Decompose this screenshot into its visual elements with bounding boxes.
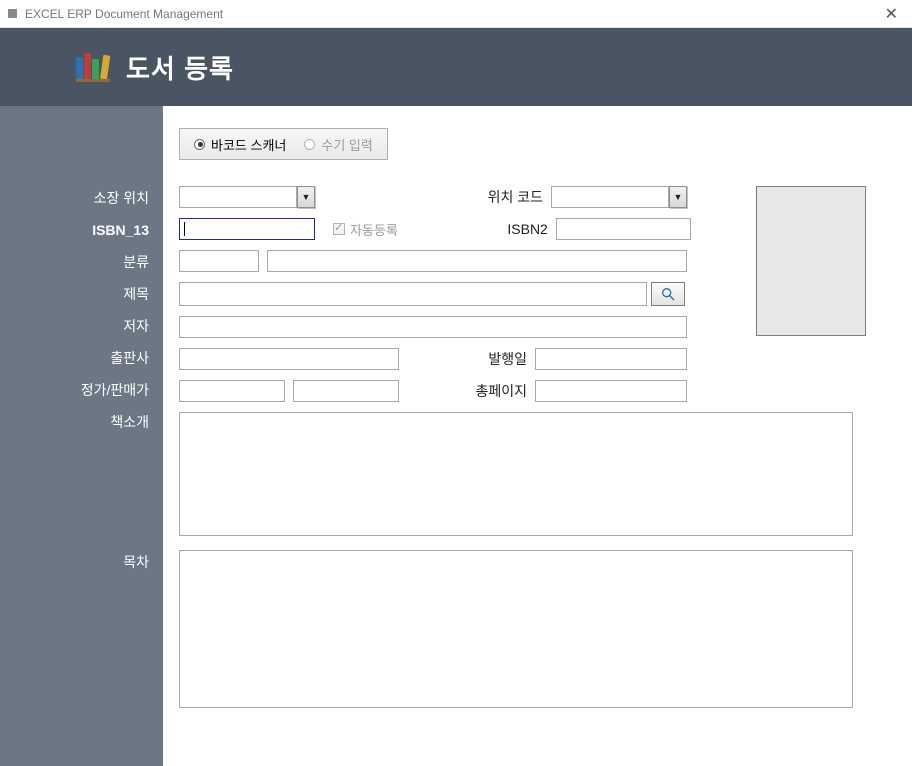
label-pages: 총페이지 <box>399 381 535 401</box>
publisher-input[interactable] <box>179 348 399 370</box>
books-icon <box>76 52 110 82</box>
radio-dot-icon <box>304 139 315 150</box>
pages-input[interactable] <box>535 380 687 402</box>
chevron-down-icon[interactable]: ▼ <box>669 186 687 208</box>
app-icon <box>8 9 17 18</box>
category-name-input[interactable] <box>267 250 687 272</box>
author-input[interactable] <box>179 316 687 338</box>
isbn13-input[interactable] <box>179 218 315 240</box>
field-label-column: 소장 위치 ISBN_13 분류 제목 저자 출판사 정가/판매가 책소개 목차 <box>0 106 163 766</box>
radio-dot-icon <box>194 139 205 150</box>
category-code-input[interactable] <box>179 250 259 272</box>
search-icon <box>660 286 676 302</box>
radio-barcode-scanner[interactable]: 바코드 스캐너 <box>194 135 286 154</box>
label-isbn13: ISBN_13 <box>0 220 163 240</box>
label-intro: 책소개 <box>0 412 163 432</box>
location-code-field[interactable] <box>551 186 669 208</box>
label-isbn2: ISBN2 <box>398 221 556 237</box>
label-price: 정가/판매가 <box>0 380 163 400</box>
label-author: 저자 <box>0 316 163 336</box>
radio-barcode-label: 바코드 스캐너 <box>211 135 286 154</box>
book-toc-textarea[interactable] <box>179 550 853 708</box>
label-location: 소장 위치 <box>0 188 163 208</box>
form-area: 바코드 스캐너 수기 입력 ▼ 위치 코드 ▼ <box>163 106 912 766</box>
page-title: 도서 등록 <box>126 49 234 86</box>
book-intro-textarea[interactable] <box>179 412 853 536</box>
location-select[interactable]: ▼ <box>179 186 315 208</box>
label-publisher: 출판사 <box>0 348 163 368</box>
radio-manual-label: 수기 입력 <box>321 135 372 154</box>
text-caret <box>184 222 185 236</box>
title-search-button[interactable] <box>651 282 685 306</box>
location-code-select[interactable]: ▼ <box>551 186 687 208</box>
close-icon[interactable]: ✕ <box>879 4 904 24</box>
pubdate-input[interactable] <box>535 348 687 370</box>
label-category: 분류 <box>0 252 163 272</box>
label-toc: 목차 <box>0 552 163 572</box>
label-pubdate: 발행일 <box>399 349 535 369</box>
input-mode-group: 바코드 스캐너 수기 입력 <box>179 128 388 160</box>
chevron-down-icon[interactable]: ▼ <box>297 186 315 208</box>
label-location-code: 위치 코드 <box>315 187 551 207</box>
auto-register-label: 자동등록 <box>350 220 398 239</box>
label-title: 제목 <box>0 284 163 304</box>
isbn2-input[interactable] <box>556 218 691 240</box>
radio-manual-input[interactable]: 수기 입력 <box>304 135 372 154</box>
title-input[interactable] <box>179 282 647 306</box>
sale-price-input[interactable] <box>293 380 399 402</box>
window-title: EXCEL ERP Document Management <box>25 7 223 21</box>
location-field[interactable] <box>179 186 297 208</box>
checkbox-icon <box>333 223 345 235</box>
auto-register-checkbox: 자동등록 <box>333 220 398 239</box>
list-price-input[interactable] <box>179 380 285 402</box>
window-titlebar: EXCEL ERP Document Management ✕ <box>0 0 912 28</box>
app-header: 도서 등록 <box>0 28 912 106</box>
